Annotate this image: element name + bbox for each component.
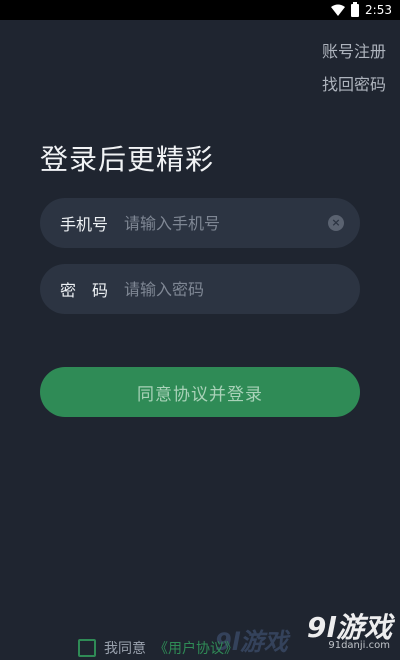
login-button[interactable]: 同意协议并登录	[40, 367, 360, 417]
recover-password-link[interactable]: 找回密码	[322, 71, 386, 95]
status-time: 2:53	[365, 3, 392, 17]
watermark-url: 91danji.com	[328, 640, 390, 651]
agreement-prefix: 我同意	[104, 641, 146, 657]
phone-label: 手机号	[60, 215, 109, 234]
watermark: 9l游戏 91danji.com	[307, 606, 392, 651]
agree-checkbox[interactable]	[78, 639, 96, 657]
phone-input[interactable]	[124, 213, 328, 233]
register-link[interactable]: 账号注册	[322, 38, 386, 62]
wifi-icon	[331, 4, 346, 16]
battery-icon	[351, 1, 360, 17]
status-bar: 2:53	[0, 0, 400, 20]
agreement-row: 我同意 《用户协议》	[78, 638, 238, 658]
password-field: 密 码	[40, 264, 360, 314]
clear-icon[interactable]: ×	[328, 215, 344, 231]
user-agreement-link[interactable]: 《用户协议》	[154, 638, 238, 658]
phone-field: 手机号 ×	[40, 198, 360, 248]
password-input[interactable]	[124, 279, 344, 299]
page-title: 登录后更精彩	[40, 143, 215, 176]
password-label: 密 码	[60, 281, 109, 300]
